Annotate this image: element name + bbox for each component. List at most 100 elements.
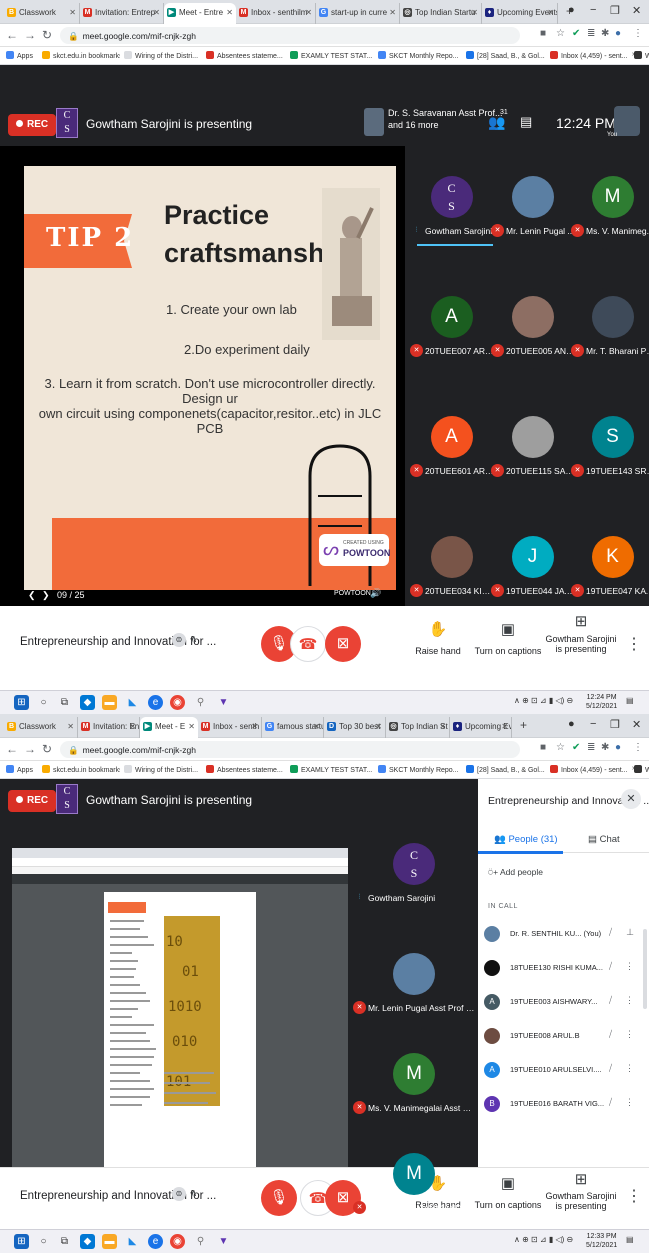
browser-tab[interactable]: M Inbox - senthilm ✕ [236,3,316,24]
camera-off-button[interactable]: ⊠ [325,626,361,662]
end-call-button[interactable]: ☎ [290,626,326,662]
browser-tab[interactable]: M Invitation: Ent ✕ [78,717,140,738]
store-icon[interactable]: ◆ [80,695,95,710]
start-icon[interactable]: ⊞ [14,695,29,710]
tab-close-icon[interactable]: ✕ [153,8,160,17]
bookmark-item[interactable]: Wiring of the Distri... [124,765,202,774]
store-icon[interactable]: ◆ [80,1234,95,1249]
bookmark-item[interactable]: Wiring of the Distri... [124,51,202,60]
tab-chat[interactable]: ▤ Chat [588,834,620,845]
list-extension-icon[interactable]: ≣ [587,742,595,753]
tab-close-icon[interactable]: ✕ [439,722,446,731]
notification-icon[interactable]: ▤ [626,696,634,705]
tab-close-icon[interactable]: ✕ [375,722,382,731]
minimize-icon[interactable]: − [590,4,596,16]
forward-icon[interactable]: → [24,28,36,42]
task-view-icon[interactable]: ⧉ [57,695,72,710]
task-view-icon[interactable]: ⧉ [57,1234,72,1249]
browser-tab[interactable]: ◎ Top Indian Startu ✕ [400,3,482,24]
participant-tile[interactable]: M ✕ Ms. V. Manimeg... [570,158,649,258]
mic-off-button[interactable]: 🎙 [261,1180,297,1216]
check-extension-icon[interactable]: ✔ [572,28,580,39]
forward-icon[interactable]: → [24,742,36,756]
bookmark-item[interactable]: Apps [6,765,38,774]
cast-icon[interactable]: ■ [540,742,546,753]
system-tray-icons[interactable]: ∧ ⊕ ⊡ ⊿ ▮ ◁) ⊖ [514,696,573,705]
reload-icon[interactable]: ↻ [42,742,52,756]
bookmark-item[interactable]: SKCT Monthly Repo... [378,765,462,774]
bookmark-item[interactable]: [28] Saad, B., & Gol... [466,765,546,774]
captions-button[interactable]: ▣ Turn on captions [468,1174,548,1210]
cast-icon[interactable]: ■ [540,28,546,39]
participant-tile[interactable]: ✕ 20TUEE034 KIS... [409,518,494,618]
more-options-icon[interactable]: ⋮ [625,961,634,972]
add-people-button[interactable]: ⍥+ Add people [488,867,543,878]
raise-hand-button[interactable]: ✋ Raise hand [398,620,478,656]
menu-kebab-icon[interactable]: ⋮ [633,742,643,753]
restore-icon[interactable]: ❐ [610,4,620,17]
app-icon-1[interactable]: ◣ [125,1234,140,1249]
bookmark-item[interactable]: Welcome to Sri Ven... [634,765,649,774]
new-tab-icon[interactable]: + [520,718,527,732]
browser-profile-icon[interactable]: ● [568,718,575,730]
present-now-button[interactable]: ⊞ Gowtham Sarojini is presenting [541,1170,621,1211]
close-panel-button[interactable]: ✕ [621,789,641,809]
participant-tile[interactable]: A ✕ 20TUEE601 ARA... [409,398,494,498]
more-options-icon[interactable]: ⋮ [626,1186,642,1206]
browser-tab[interactable]: Gstart-up in curre ✕ [316,3,400,24]
bookmark-item[interactable]: skct.edu.in bookmarks [42,51,120,60]
bookmark-item[interactable]: Apps [6,51,38,60]
system-tray-icons[interactable]: ∧ ⊕ ⊡ ⊿ ▮ ◁) ⊖ [514,1235,573,1244]
check-extension-icon[interactable]: ✔ [572,742,580,753]
tab-close-icon[interactable]: ✕ [547,8,554,17]
more-bookmarks-icon[interactable]: » [632,765,636,772]
puzzle-extension-icon[interactable]: ✱ [601,28,609,39]
tab-close-icon[interactable]: ✕ [226,8,233,17]
restore-icon[interactable]: ❐ [610,718,620,731]
menu-kebab-icon[interactable]: ⋮ [633,28,643,39]
meeting-info-icon[interactable]: ⊜ [172,633,186,647]
edge-icon[interactable]: e [148,1234,163,1249]
app-icon-2[interactable]: ⚲ [193,695,208,710]
minimize-icon[interactable]: − [590,718,596,730]
browser-tab[interactable]: ♦ Upcoming Events ✕ [482,3,558,24]
captions-button[interactable]: ▣ Turn on captions [468,620,548,656]
bookmark-item[interactable]: Welcome to Sri Ven... [634,51,649,60]
search-icon[interactable]: ○ [36,1234,51,1249]
tab-close-icon[interactable]: ✕ [69,8,76,17]
browser-tab[interactable]: ▶ Meet - Entre ✕ [164,3,236,24]
file-explorer-icon[interactable]: ▬ [102,1234,117,1249]
chat-icon[interactable]: ▤ [520,114,532,130]
edge-icon[interactable]: e [148,695,163,710]
tab-close-icon[interactable]: ✕ [67,722,74,731]
people-list-item[interactable]: 18TUEE130 RISHI KUMA... ⧸ ⋮ [484,953,634,983]
more-bookmarks-icon[interactable]: » [632,51,636,58]
participant-tile[interactable]: J ✕ 19TUEE044 JAY... [490,518,575,618]
app-icon-3[interactable]: ▼ [216,1234,231,1249]
list-extension-icon[interactable]: ≣ [587,28,595,39]
puzzle-extension-icon[interactable]: ✱ [601,742,609,753]
browser-tab[interactable]: B Classwork ✕ [4,717,78,738]
start-icon[interactable]: ⊞ [14,1234,29,1249]
back-icon[interactable]: ← [6,28,18,42]
profile-icon[interactable]: ● [615,28,621,39]
participant-tile[interactable]: M ✕ Ms. V. Manimegalai Asst Pro... [352,1035,476,1135]
bookmark-item[interactable]: Absentees stateme... [206,765,286,774]
browser-tab[interactable]: ◎ Top Indian St ✕ [386,717,450,738]
tab-close-icon[interactable]: ✕ [389,8,396,17]
participant-tile[interactable]: ✕ Mr. Lenin Pugal ... [490,158,575,258]
participant-tile[interactable]: S✕19TUEE143 SRI ... [570,398,649,498]
tab-close-icon[interactable]: ✕ [251,722,258,731]
bookmark-item[interactable]: [28] Saad, B., & Gol... [466,51,546,60]
tab-close-icon[interactable]: ✕ [129,722,136,731]
volume-icon[interactable]: 🔊 [370,588,381,599]
back-icon[interactable]: ← [6,742,18,756]
people-list-item[interactable]: 19TUEE008 ARUL.B ⧸ ⋮ [484,1021,634,1051]
browser-tab[interactable]: B Classwork ✕ [4,3,80,24]
tab-close-icon[interactable]: ✕ [471,8,478,17]
more-options-icon[interactable]: ⋮ [625,995,634,1006]
more-options-icon[interactable]: ⋮ [625,1097,634,1108]
bookmark-item[interactable]: skct.edu.in bookmarks [42,765,120,774]
pin-icon[interactable]: ⊥ [626,927,634,938]
url-input[interactable]: 🔒 meet.google.com/mif-cnjk-zgh [60,27,520,44]
